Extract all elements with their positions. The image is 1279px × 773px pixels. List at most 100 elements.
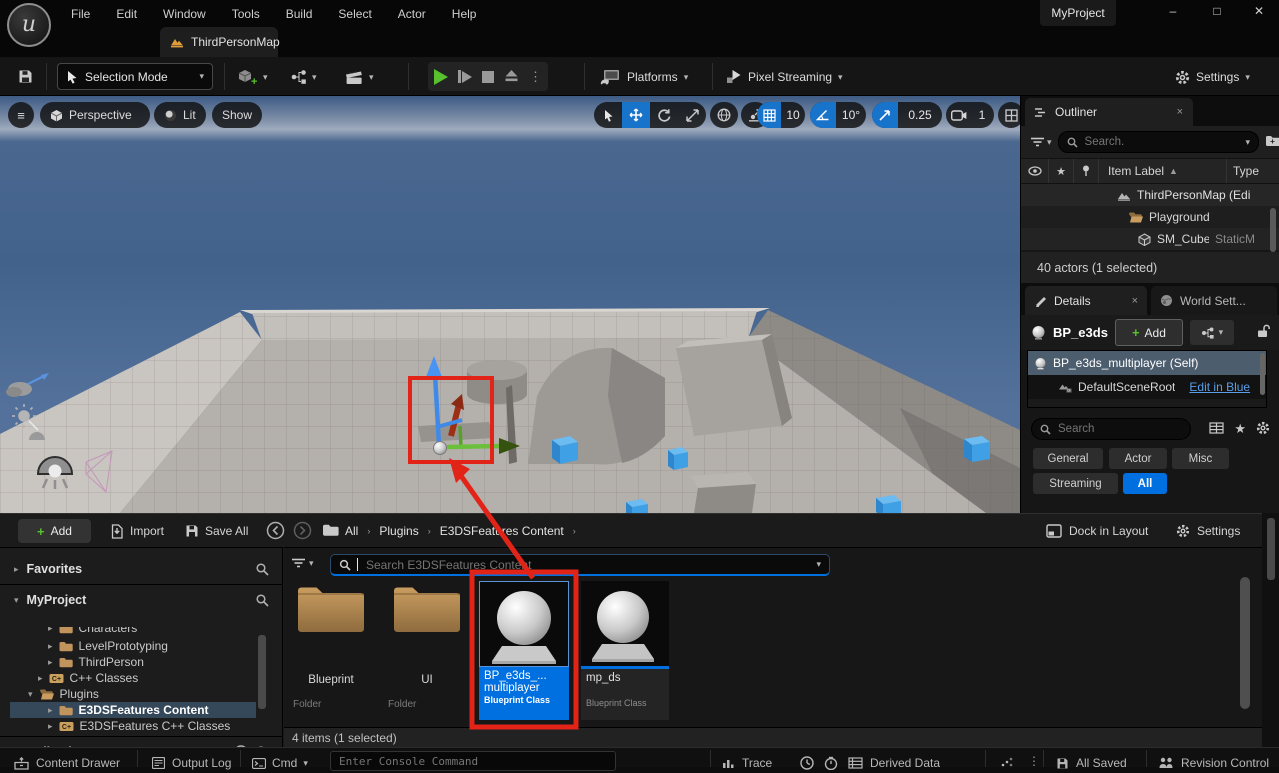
breadcrumb-e3ds[interactable]: E3DSFeatures Content xyxy=(440,524,564,538)
cmd-dropdown[interactable]: Cmd ▾ xyxy=(252,756,308,770)
content-drawer-button[interactable]: Content Drawer xyxy=(14,756,120,770)
tree-item-e3dsfeatures-cpp[interactable]: ▸ C+ E3DSFeatures C++ Classes xyxy=(0,718,283,734)
settings-dropdown[interactable]: Settings ▾ xyxy=(1175,64,1250,90)
world-local-toggle[interactable] xyxy=(710,102,738,128)
search-icon[interactable] xyxy=(256,594,269,607)
save-button[interactable] xyxy=(14,66,36,86)
collections-section[interactable]: ▸ Collections xyxy=(0,740,283,747)
menu-build[interactable]: Build xyxy=(273,7,326,21)
favorites-section[interactable]: ▸ Favorites xyxy=(0,557,283,581)
revision-control-button[interactable]: Revision Control xyxy=(1158,756,1269,770)
close-icon[interactable]: × xyxy=(1177,106,1183,118)
selection-mode-dropdown[interactable]: Selection Mode ▾ xyxy=(57,63,213,90)
all-saved-button[interactable]: All Saved xyxy=(1056,756,1127,770)
edit-in-blueprint-link[interactable]: Edit in Blue xyxy=(1189,380,1250,394)
close-icon[interactable]: × xyxy=(1132,295,1138,307)
timer-icon[interactable] xyxy=(824,756,838,773)
show-dropdown[interactable]: Show xyxy=(212,102,262,128)
outliner-scrollbar[interactable] xyxy=(1270,208,1276,252)
add-component-button[interactable]: + Add xyxy=(1115,319,1183,346)
outliner-row-smcube[interactable]: SM_Cube StaticM xyxy=(1021,228,1279,250)
menu-select[interactable]: Select xyxy=(325,7,384,21)
column-pin[interactable] xyxy=(1074,159,1099,183)
column-item-label[interactable]: Item Label ▲ xyxy=(1099,159,1227,183)
tab-outliner[interactable]: Outliner × xyxy=(1025,98,1193,126)
add-actor-dropdown[interactable]: + ▾ xyxy=(236,64,268,90)
tree-item-characters[interactable]: ▸ Characters xyxy=(0,627,283,636)
search-icon[interactable] xyxy=(256,563,269,576)
lit-dropdown[interactable]: Lit xyxy=(154,102,206,128)
back-button[interactable] xyxy=(266,521,285,543)
viewport-options-menu[interactable]: ≡ xyxy=(8,102,34,128)
asset-tile-ui-folder[interactable]: UI Folder xyxy=(389,581,465,713)
drawer-settings-button[interactable]: Settings xyxy=(1176,522,1240,540)
network-status-icon[interactable] xyxy=(1000,756,1014,771)
cinematics-dropdown[interactable]: ▾ xyxy=(344,64,374,90)
tab-world-settings[interactable]: World Sett... xyxy=(1151,286,1277,315)
blueprint-edit-dropdown[interactable]: ▾ xyxy=(1190,320,1234,345)
viewport-canvas[interactable] xyxy=(0,96,1020,513)
tree-item-levelprototyping[interactable]: ▸ LevelPrototyping xyxy=(0,638,283,654)
breadcrumb-plugins[interactable]: Plugins xyxy=(379,524,418,538)
scale-tool-button[interactable] xyxy=(678,102,706,128)
move-tool-button[interactable] xyxy=(622,102,650,128)
tree-item-cpp-classes[interactable]: ▸ C+ C++ Classes xyxy=(0,670,283,686)
filter-chip-streaming[interactable]: Streaming xyxy=(1033,473,1118,494)
play-options-button[interactable]: ⋮ xyxy=(529,69,542,85)
asset-tile-mp-ds[interactable]: mp_ds Blueprint Class xyxy=(581,581,669,720)
component-row-sceneroot[interactable]: ⟳ DefaultSceneRoot Edit in Blue xyxy=(1028,375,1266,399)
angle-snap-toggle[interactable] xyxy=(810,102,836,128)
menu-help[interactable]: Help xyxy=(439,7,490,21)
save-all-button[interactable]: Save All xyxy=(185,522,248,540)
asset-filter-button[interactable]: ▾ xyxy=(292,558,314,568)
scale-snap-toggle[interactable] xyxy=(872,102,898,128)
tab-thirdpersonmap[interactable]: ThirdPersonMap xyxy=(160,27,278,57)
outliner-search-input[interactable] xyxy=(1083,135,1241,149)
forward-button[interactable] xyxy=(293,521,312,543)
filter-chip-general[interactable]: General xyxy=(1033,448,1103,469)
tab-details[interactable]: Details × xyxy=(1025,286,1147,315)
more-options-icon[interactable]: ⋮ xyxy=(1028,754,1040,768)
display-filter-button[interactable] xyxy=(1209,422,1224,437)
menu-actor[interactable]: Actor xyxy=(385,7,439,21)
asset-search-input[interactable] xyxy=(364,557,810,573)
asset-search[interactable]: ▾ xyxy=(330,554,830,576)
asset-area-scrollbar[interactable] xyxy=(1240,577,1250,709)
favorites-filter-button[interactable]: ★ xyxy=(1234,421,1246,437)
menu-file[interactable]: File xyxy=(58,7,103,21)
menu-tools[interactable]: Tools xyxy=(219,7,273,21)
output-log-button[interactable]: Output Log xyxy=(152,756,231,770)
menu-window[interactable]: Window xyxy=(150,7,219,21)
trace-button[interactable]: Trace xyxy=(722,756,772,770)
tree-item-plugins[interactable]: ▾ Plugins xyxy=(0,686,283,702)
outliner-row-level[interactable]: ThirdPersonMap (Edi xyxy=(1021,184,1279,206)
frame-skip-button[interactable] xyxy=(458,70,472,83)
rotate-tool-button[interactable] xyxy=(650,102,678,128)
column-type[interactable]: Type xyxy=(1227,159,1279,183)
eject-button[interactable] xyxy=(504,69,519,85)
play-button[interactable] xyxy=(434,69,448,85)
tree-item-thirdperson[interactable]: ▸ ThirdPerson xyxy=(0,654,283,670)
perspective-dropdown[interactable]: Perspective xyxy=(40,102,150,128)
maximize-viewport-button[interactable] xyxy=(998,102,1020,128)
camera-speed-button[interactable] xyxy=(946,102,972,128)
asset-tile-blueprint-folder[interactable]: Blueprint Folder xyxy=(293,581,369,713)
outliner-row-playground[interactable]: Playground xyxy=(1021,206,1279,228)
details-search-input[interactable] xyxy=(1056,422,1182,436)
select-tool-button[interactable] xyxy=(594,102,622,128)
sources-scrollbar[interactable] xyxy=(258,635,266,709)
dock-in-layout-button[interactable]: Dock in Layout xyxy=(1046,522,1148,540)
console-command-input[interactable] xyxy=(330,751,616,771)
pixel-streaming-dropdown[interactable]: Pixel Streaming ▾ xyxy=(726,64,843,90)
blueprints-dropdown[interactable]: ▾ xyxy=(290,64,317,90)
import-button[interactable]: Import xyxy=(110,522,164,540)
close-button[interactable]: ✕ xyxy=(1246,4,1272,24)
filter-chip-misc[interactable]: Misc xyxy=(1172,448,1229,469)
outliner-search[interactable]: ▾ xyxy=(1058,131,1260,153)
platforms-dropdown[interactable]: Platforms ▾ xyxy=(600,64,688,90)
minimize-button[interactable]: – xyxy=(1160,4,1186,24)
asset-tile-bp-e3ds-multiplayer[interactable]: BP_e3ds_... multiplayer Blueprint Class xyxy=(479,581,569,720)
scale-snap-value[interactable]: 0.25 xyxy=(898,102,942,128)
unreal-logo-icon[interactable]: u xyxy=(7,3,51,47)
filter-chip-actor[interactable]: Actor xyxy=(1109,448,1167,469)
